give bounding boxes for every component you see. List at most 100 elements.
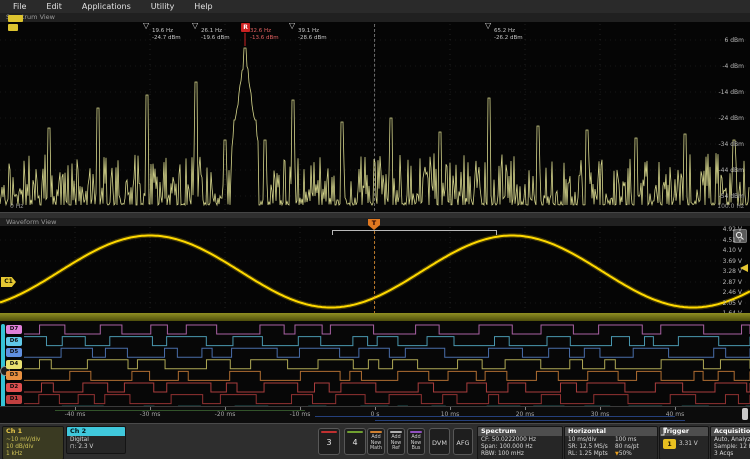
horizontal-badge[interactable]: Horizontal 10 ms/div 100 ms SR: 12.5 MS/…	[564, 426, 658, 459]
digital-channels-area	[0, 321, 750, 406]
spectrum-plot	[0, 22, 750, 212]
peak-marker-icon[interactable]: ▽	[143, 22, 149, 30]
spectrum-y-label: 6 dBm	[702, 37, 744, 44]
trigger-source: 1	[663, 439, 676, 449]
spectrum-x-end-label: 100.0 Hz	[688, 203, 744, 210]
waveform-trace	[0, 226, 750, 313]
zoom-bracket[interactable]	[332, 230, 497, 235]
menu-bar: File Edit Applications Utility Help	[0, 0, 750, 14]
menu-utility[interactable]: Utility	[148, 2, 178, 11]
horizontal-scroll-nub[interactable]	[742, 408, 748, 420]
time-tick	[450, 407, 451, 410]
marker-readout: 32.6 Hz-13.6 dBm	[250, 28, 279, 41]
channel1-badge-title: Ch 1	[3, 427, 63, 436]
bottom-bar: Ch 1 ~10 mV/div 10 dB/div 1 kHz Ch 2 Dig…	[0, 423, 750, 459]
time-tick	[525, 407, 526, 410]
waveform-y-label: 4.51 V	[700, 237, 742, 244]
spectrum-y-label: -44 dBm	[702, 167, 744, 174]
time-tick	[375, 407, 376, 410]
marker-readout: 19.6 Hz-24.7 dBm	[152, 28, 181, 41]
spectrum-trace-handle[interactable]	[8, 15, 23, 22]
waveform-y-label: 4.92 V	[700, 226, 742, 233]
waveform-y-label: 4.10 V	[700, 247, 742, 254]
channel2-badge[interactable]: Ch 2 Digital ⊓: 2.3 V	[66, 426, 126, 454]
menu-help[interactable]: Help	[191, 2, 215, 11]
channel1-badge[interactable]: Ch 1 ~10 mV/div 10 dB/div 1 kHz	[2, 426, 64, 459]
sample-interval: 80 ns/pt	[615, 444, 654, 451]
channel4-button[interactable]: 4	[344, 428, 366, 455]
spectrum-y-label: -4 dBm	[702, 63, 744, 70]
marker-readout: 39.1 Hz-28.6 dBm	[298, 28, 327, 41]
bus-overview-segment	[315, 416, 675, 417]
time-label: -40 ms	[55, 411, 95, 418]
marker-readout: 65.2 Hz-26.2 dBm	[494, 28, 523, 41]
digital-channel-badge-d7[interactable]: D7	[6, 325, 22, 334]
spectrum-view-title[interactable]: Spectrum View	[0, 13, 750, 22]
dvm-button-label: DVM	[430, 439, 449, 447]
channel1-scale: ~10 mV/div	[6, 437, 60, 444]
add-new-ref-button[interactable]: Add New Ref	[387, 428, 405, 455]
horizontal-badge-title: Horizontal	[565, 427, 657, 436]
spectrum-badge[interactable]: Spectrum CF: 50.0222000 Hz Span: 100.000…	[477, 426, 563, 459]
time-axis: -40 ms-30 ms-20 ms-10 ms0 s10 ms20 ms30 …	[0, 406, 750, 424]
spectrum-trace	[0, 22, 750, 212]
horizontal-scale: 10 ms/div	[568, 437, 615, 444]
dvm-button[interactable]: DVM	[429, 428, 450, 455]
digital-traces	[0, 321, 750, 418]
channel1-spectrum-scale: 10 dB/div	[6, 444, 60, 451]
afg-button-label: AFG	[454, 439, 472, 447]
time-label: -20 ms	[205, 411, 245, 418]
bus-overview-segment	[375, 420, 685, 421]
trigger-position-percent: 50%	[619, 451, 632, 457]
menu-file[interactable]: File	[10, 2, 29, 11]
time-tick	[600, 407, 601, 410]
spectrum-marker-handle[interactable]	[8, 24, 18, 31]
add-new-bus-button[interactable]: Add New Bus	[407, 428, 425, 455]
spectrum-y-label: -24 dBm	[702, 115, 744, 122]
add-new-ref-label: Add New Ref	[388, 435, 404, 452]
channel2-mode: Digital	[70, 437, 122, 444]
digital-channel-badge-d3[interactable]: D3	[6, 371, 22, 380]
channel2-badge-title: Ch 2	[67, 427, 125, 436]
spectrum-rbw: RBW: 100 mHz	[481, 451, 559, 458]
waveform-y-label: 2.05 V	[700, 300, 742, 307]
marker-readout: 26.1 Hz-19.6 dBm	[201, 28, 230, 41]
channel-overview-bar	[0, 313, 750, 321]
spectrum-y-label: -54 dBm	[702, 193, 744, 200]
reference-marker-flag[interactable]: R	[241, 23, 250, 32]
digital-channel-badge-d4[interactable]: D4	[6, 360, 22, 369]
digital-channel-badge-d2[interactable]: D2	[6, 383, 22, 392]
channel2-threshold: ⊓: 2.3 V	[70, 444, 122, 451]
peak-marker-icon[interactable]: ▽	[289, 22, 295, 30]
time-tick	[675, 407, 676, 410]
digital-channel-badge-d1[interactable]: D1	[6, 395, 22, 404]
spectrum-x-start-label: 0 Hz	[10, 203, 23, 210]
peak-marker-icon[interactable]: ▽	[192, 22, 198, 30]
waveform-plot	[0, 226, 750, 313]
channel4-button-label: 4	[345, 438, 365, 447]
trigger-badge[interactable]: Trigger 1 3.31 V	[659, 426, 709, 459]
acquisition-badge[interactable]: Acquisition Auto, Analyze Sample: 12 bit…	[710, 426, 750, 459]
channel3-button[interactable]: 3	[318, 428, 340, 455]
waveform-y-label: 3.69 V	[700, 258, 742, 265]
trigger-level: 3.31 V	[679, 441, 698, 448]
rising-edge-icon	[660, 427, 668, 436]
afg-button[interactable]: AFG	[453, 428, 473, 455]
digital-channel-badge-d6[interactable]: D6	[6, 337, 22, 346]
waveform-y-label: 3.28 V	[700, 268, 742, 275]
waveform-y-label: 2.87 V	[700, 279, 742, 286]
horizontal-window: 100 ms	[615, 437, 654, 444]
acquisition-badge-title: Acquisition	[711, 427, 750, 436]
add-new-math-button[interactable]: Add New Math	[367, 428, 385, 455]
channel3-button-label: 3	[319, 438, 339, 447]
time-label: -10 ms	[280, 411, 320, 418]
spectrum-y-label: -14 dBm	[702, 89, 744, 96]
menu-applications[interactable]: Applications	[79, 2, 134, 11]
add-new-bus-label: Add New Bus	[408, 435, 424, 452]
menu-edit[interactable]: Edit	[43, 2, 65, 11]
peak-marker-icon[interactable]: ▽	[485, 22, 491, 30]
add-new-math-label: Add New Math	[368, 435, 384, 452]
acquisition-count: 3 Acqs	[714, 451, 750, 458]
spectrum-center-line	[374, 24, 375, 211]
digital-channel-badge-d5[interactable]: D5	[6, 348, 22, 357]
